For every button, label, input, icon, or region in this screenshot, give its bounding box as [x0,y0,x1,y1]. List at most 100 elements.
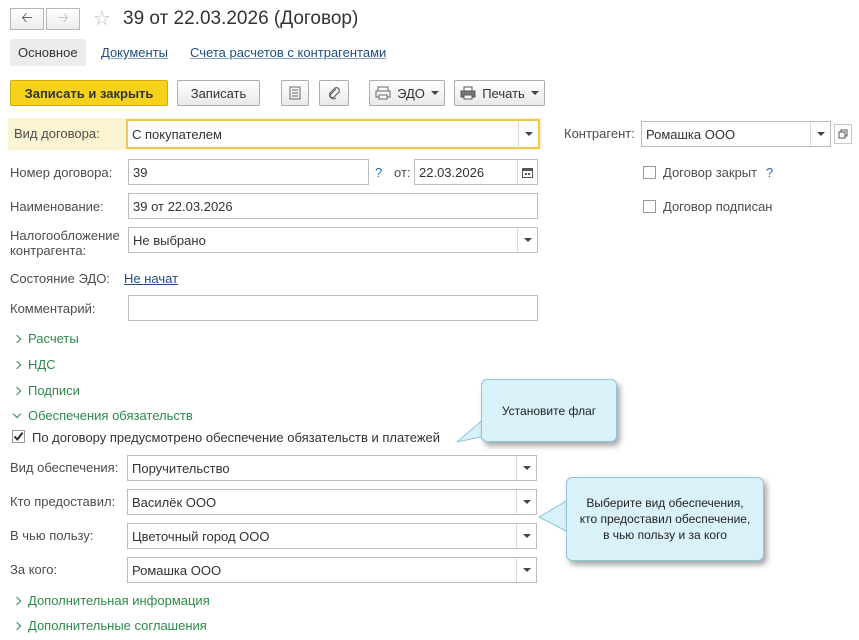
date-value: 22.03.2026 [419,164,485,180]
chevron-down-icon [523,238,532,242]
contract-closed-checkbox[interactable] [643,166,656,179]
taxation-label-line2: контрагента: [10,243,87,258]
forward-button[interactable]: 🡢 [46,8,80,30]
group-security-label: Обеспечения обязательств [28,408,193,423]
taxation-label-line1: Налогообложение [10,228,120,243]
security-type-label: Вид обеспечения: [10,460,119,475]
group-signatures[interactable]: Подписи [12,383,80,398]
chevron-down-icon [522,568,531,572]
open-counterparty-button[interactable] [834,124,852,144]
chevron-down-icon [430,91,439,95]
contract-signed-checkbox[interactable] [643,200,656,213]
chevron-down-icon [530,91,539,95]
group-vat-label: НДС [28,357,56,372]
chevron-down-icon [12,409,22,418]
counterparty-label: Контрагент: [564,126,635,141]
callout-set-flag: Установите флаг [481,379,617,442]
taxation-select[interactable]: Не выбрано [128,227,538,253]
name-field[interactable]: 39 от 22.03.2026 [128,193,538,219]
contract-signed-label: Договор подписан [663,199,773,214]
back-button[interactable]: 🡠 [10,8,44,30]
dropdown-button[interactable] [516,456,536,480]
edo-menu-button[interactable]: ЭДО [369,80,445,106]
attachments-button[interactable] [319,80,349,106]
star-icon[interactable]: ☆ [93,6,111,31]
dropdown-button[interactable] [516,490,536,514]
dropdown-button[interactable] [516,524,536,548]
printer-icon [460,86,476,100]
beneficiary-label: В чью пользу: [10,528,94,543]
edo-icon [375,86,391,100]
group-additional-agreements[interactable]: Дополнительные соглашения [12,618,207,633]
for-whom-label: За кого: [10,562,58,577]
dropdown-button[interactable] [810,122,830,146]
dropdown-button[interactable] [518,121,538,147]
contract-type-label: Вид договора: [14,126,100,141]
edo-status-link[interactable]: Не начат [124,271,178,286]
date-field[interactable]: 22.03.2026 [414,159,538,185]
chevron-right-icon [12,596,22,605]
paperclip-icon [328,87,340,100]
name-value: 39 от 22.03.2026 [133,198,233,214]
open-window-icon [838,129,848,139]
security-checkbox[interactable] [12,430,25,443]
edo-label: ЭДО [397,85,425,101]
name-label: Наименование: [10,199,104,214]
taxation-label: Налогообложение контрагента: [10,228,120,258]
date-from-label: от: [394,165,411,180]
dropdown-button[interactable] [516,558,536,582]
group-additional-info[interactable]: Дополнительная информация [12,593,210,608]
callout-line-1: Выберите вид обеспечения, [586,496,744,510]
counterparty-value: Ромашка ООО [646,126,736,142]
number-help-icon[interactable]: ? [375,165,382,180]
counterparty-field[interactable]: Ромашка ООО [641,121,831,147]
provider-label: Кто предоставил: [10,494,116,509]
group-payments[interactable]: Расчеты [12,331,79,346]
chevron-right-icon [12,386,22,395]
chevron-right-icon [12,621,22,630]
beneficiary-select[interactable]: Цветочный город ООО [127,523,537,549]
save-and-close-button[interactable]: Записать и закрыть [10,80,168,106]
calendar-icon [522,167,533,178]
provider-select[interactable]: Василёк ООО [127,489,537,515]
contract-type-select[interactable]: С покупателем [126,119,540,149]
contract-type-value: С покупателем [132,126,222,142]
group-payments-label: Расчеты [28,331,79,346]
chevron-down-icon [522,534,531,538]
group-additional-info-label: Дополнительная информация [28,593,210,608]
tab-main[interactable]: Основное [10,39,86,66]
comment-field[interactable] [128,295,538,321]
for-whom-select[interactable]: Ромашка ООО [127,557,537,583]
security-type-value: Поручительство [132,460,230,476]
callout-choose-security: Выберите вид обеспечения, кто предостави… [566,477,764,561]
chevron-down-icon [522,466,531,470]
tab-settlement-accounts[interactable]: Счета расчетов с контрагентами [182,39,394,66]
closed-help-icon[interactable]: ? [766,165,773,180]
chevron-down-icon [524,132,533,136]
group-signatures-label: Подписи [28,383,80,398]
arrow-right-icon: 🡢 [57,9,69,25]
number-label: Номер договора: [10,165,113,180]
security-checkbox-label: По договору предусмотрено обеспечение об… [32,430,441,445]
checkmark-icon [13,432,24,442]
print-menu-button[interactable]: Печать [454,80,545,106]
provider-value: Василёк ООО [132,494,217,510]
number-field[interactable]: 39 [128,159,369,185]
chevron-right-icon [12,360,22,369]
page-title: 39 от 22.03.2026 (Договор) [123,8,359,29]
group-additional-agreements-label: Дополнительные соглашения [28,618,207,633]
save-button[interactable]: Записать [177,80,260,106]
chevron-down-icon [522,500,531,504]
report-button[interactable] [281,80,309,106]
group-security[interactable]: Обеспечения обязательств [12,408,193,423]
arrow-left-icon: 🡠 [21,9,33,25]
list-icon [289,86,301,100]
security-type-select[interactable]: Поручительство [127,455,537,481]
number-value: 39 [133,164,148,180]
tab-documents[interactable]: Документы [93,39,176,66]
calendar-button[interactable] [517,160,537,184]
group-vat[interactable]: НДС [12,357,56,372]
dropdown-button[interactable] [517,228,537,252]
contract-closed-label: Договор закрыт [663,165,758,180]
taxation-value: Не выбрано [133,232,206,248]
